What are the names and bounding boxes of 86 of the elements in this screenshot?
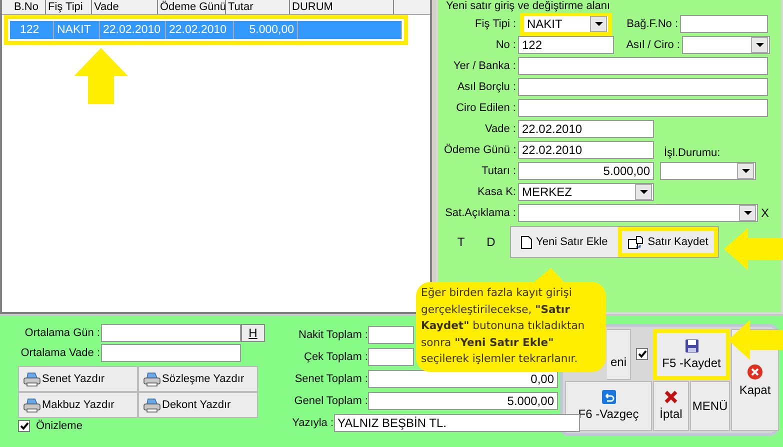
save-button[interactable]: F5 -Kaydet bbox=[653, 329, 730, 380]
input-field[interactable]: 22.02.2010 bbox=[518, 120, 654, 138]
print-button[interactable]: Dekont Yazdır bbox=[138, 392, 258, 418]
left-arrow bbox=[728, 320, 783, 360]
column-header[interactable]: Vade bbox=[92, 0, 158, 14]
field-label: Ortalama Gün : bbox=[24, 327, 101, 339]
field-label: Ödeme Günü : bbox=[444, 144, 518, 156]
field-label: Vade : bbox=[484, 123, 517, 135]
row-button[interactable]: Yeni Satır Ekle bbox=[511, 227, 618, 257]
column-header[interactable]: B.No bbox=[2, 0, 46, 14]
print-button[interactable]: Makbuz Yazdır bbox=[18, 392, 138, 418]
column-header[interactable]: Tutar bbox=[226, 0, 290, 14]
marker-label: T bbox=[456, 235, 466, 249]
checkbox-label: Önizleme bbox=[36, 420, 82, 432]
table-cell: NAKIT bbox=[54, 21, 100, 39]
field-label: Çek Toplam : bbox=[303, 350, 368, 362]
column-header[interactable]: DURUM bbox=[290, 0, 394, 14]
caret-icon bbox=[742, 169, 750, 173]
marker-label: D bbox=[486, 235, 496, 249]
table-cell: 5.000,00 bbox=[234, 21, 298, 39]
menu-button[interactable]: MENÜ bbox=[690, 380, 730, 431]
table-cell: 22.02.2010 bbox=[100, 21, 166, 39]
dropdown[interactable] bbox=[682, 36, 770, 54]
field-label: No : bbox=[494, 39, 517, 51]
h-button[interactable]: H bbox=[241, 324, 265, 342]
left-arrow bbox=[724, 228, 783, 270]
field-label: Ortalama Vade : bbox=[20, 347, 101, 359]
caret-icon bbox=[744, 211, 752, 215]
dropdown[interactable] bbox=[518, 204, 758, 222]
field-label: Tutarı : bbox=[480, 165, 517, 177]
input-field[interactable]: YALNIZ BEŞBİN TL. bbox=[334, 414, 580, 432]
row-button[interactable]: Satır Kaydet bbox=[618, 227, 718, 257]
print-button[interactable]: Sözleşme Yazdır bbox=[138, 366, 258, 392]
field-label: Yazıyla : bbox=[291, 416, 334, 428]
field-label: Kasa K: bbox=[476, 186, 517, 198]
caret-icon bbox=[640, 190, 648, 194]
printer-icon bbox=[23, 372, 41, 386]
input-field[interactable] bbox=[368, 326, 414, 344]
preview-checkbox[interactable] bbox=[18, 420, 30, 432]
close-icon bbox=[747, 364, 763, 380]
printer-icon bbox=[143, 372, 161, 386]
input-field[interactable] bbox=[680, 15, 768, 33]
field-label: Genel Toplam : bbox=[293, 394, 368, 406]
up-arrow bbox=[74, 48, 128, 104]
field-label: Asıl / Ciro : bbox=[625, 39, 681, 51]
table-cell: 122 bbox=[10, 21, 54, 39]
checkbox[interactable] bbox=[636, 348, 648, 360]
caret-icon bbox=[594, 22, 602, 26]
void-button[interactable]: İptal bbox=[653, 380, 689, 431]
new-button[interactable]: eni bbox=[607, 329, 631, 380]
field-label: Asıl Borçlu : bbox=[456, 81, 517, 93]
field-label: Ciro Edilen : bbox=[455, 102, 517, 114]
field-label: Sat.Açıklama : bbox=[444, 207, 517, 219]
field-label: Fiş Tipi : bbox=[474, 18, 517, 30]
input-field[interactable] bbox=[518, 78, 768, 96]
caret-icon bbox=[756, 43, 764, 47]
column-header[interactable]: Ödeme Günü bbox=[158, 0, 226, 14]
callout-text: Eğer birden fazla kayıt girişi gerçekleştirilecekse, "Satır Kaydet" butonuna tıkladıktan sonra "Yeni Satır Ekle" seçilerek işlemler tekrarlanır. bbox=[421, 285, 586, 367]
table-cell: 22.02.2010 bbox=[166, 21, 234, 39]
field-label: Bağ.F.No : bbox=[626, 18, 679, 30]
dropdown[interactable]: MERKEZ bbox=[518, 183, 654, 201]
printer-icon bbox=[143, 398, 161, 412]
field-label: Nakit Toplam : bbox=[298, 328, 368, 340]
field-label: Senet Toplam : bbox=[294, 372, 368, 384]
type-dropdown[interactable]: NAKIT bbox=[520, 12, 612, 36]
input-field[interactable] bbox=[518, 99, 768, 117]
input-field[interactable] bbox=[518, 57, 768, 75]
clear-button[interactable]: X bbox=[761, 206, 770, 220]
printer-icon bbox=[23, 398, 41, 412]
input-field[interactable] bbox=[101, 324, 241, 342]
input-field[interactable]: 5.000,00 bbox=[368, 392, 558, 410]
field-label: İşl.Durumu: bbox=[664, 147, 720, 159]
print-button[interactable]: Senet Yazdır bbox=[18, 366, 138, 392]
cross-icon bbox=[664, 390, 678, 404]
undo-icon bbox=[602, 390, 616, 404]
group-title: Yeni satır giriş ve değiştirme alanı bbox=[444, 0, 612, 13]
dropdown[interactable] bbox=[660, 162, 756, 180]
input-field[interactable] bbox=[368, 348, 414, 366]
field-label: Yer / Banka : bbox=[452, 60, 517, 72]
input-field[interactable]: 22.02.2010 bbox=[518, 141, 654, 159]
document-icon bbox=[521, 236, 532, 248]
input-field[interactable] bbox=[101, 344, 241, 362]
input-field[interactable]: 122 bbox=[518, 36, 614, 54]
input-field[interactable]: 5.000,00 bbox=[518, 162, 654, 180]
column-header[interactable]: Fiş Tipi bbox=[46, 0, 92, 14]
save-row-icon bbox=[628, 236, 644, 248]
